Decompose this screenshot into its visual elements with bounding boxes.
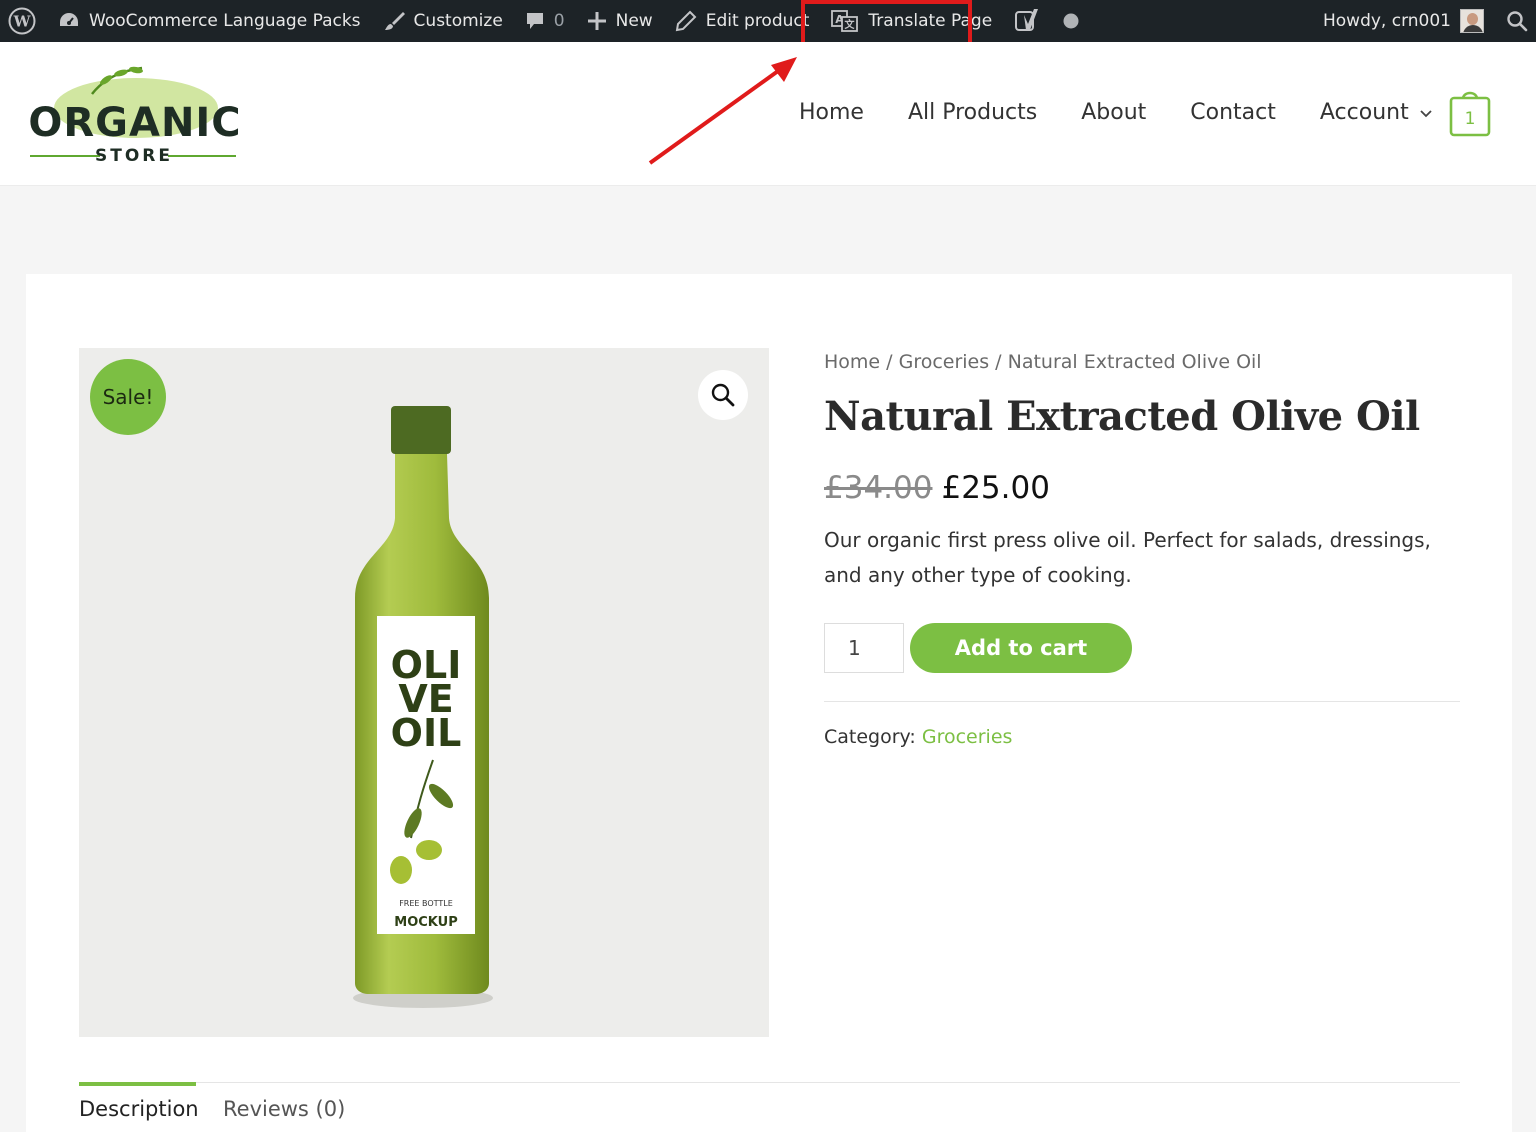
- logo-word: ORGANIC: [28, 100, 238, 146]
- translate-icon: A文: [831, 10, 859, 32]
- chevron-down-icon: [1420, 109, 1432, 117]
- admin-customize[interactable]: Customize: [372, 0, 514, 42]
- admin-account-area: Howdy, crn001: [1312, 0, 1536, 42]
- label-mockup: MOCKUP: [394, 915, 457, 930]
- product-summary: Home / Groceries / Natural Extracted Oli…: [824, 348, 1460, 748]
- translate-page-label: Translate Page: [868, 11, 993, 31]
- zoom-button[interactable]: [698, 370, 748, 420]
- add-to-cart-form: 1 Add to cart: [824, 623, 1460, 673]
- cart-bag-icon[interactable]: 1: [1449, 87, 1491, 137]
- admin-translate-page[interactable]: A文 Translate Page: [820, 0, 1003, 42]
- product-title: Natural Extracted Olive Oil: [824, 393, 1420, 440]
- site-logo[interactable]: ORGANIC STORE: [26, 64, 238, 164]
- add-to-cart-button[interactable]: Add to cart: [910, 623, 1132, 673]
- comments-count: 0: [553, 11, 565, 31]
- wordpress-logo-icon[interactable]: W: [0, 0, 47, 42]
- olive-oil-bottle-image[interactable]: OLI VE OIL FREE BOTTLE MOCKUP: [337, 398, 509, 1028]
- nav-home[interactable]: Home: [799, 100, 864, 125]
- old-price: £34.00: [824, 470, 933, 506]
- admin-search-icon[interactable]: [1495, 0, 1536, 42]
- admin-new[interactable]: New: [576, 0, 664, 42]
- short-description: Our organic first press olive oil. Perfe…: [824, 528, 1431, 587]
- product-meta: Category: Groceries: [824, 726, 1460, 748]
- category-link[interactable]: Groceries: [922, 726, 1013, 748]
- dashboard-icon: [60, 13, 78, 26]
- active-tab-indicator: [79, 1082, 196, 1086]
- edit-product-label: Edit product: [705, 11, 810, 31]
- nav-all-products[interactable]: All Products: [908, 100, 1037, 125]
- status-dot-icon[interactable]: [1051, 0, 1091, 42]
- magnifier-icon: [711, 383, 735, 407]
- tab-reviews[interactable]: Reviews (0): [223, 1097, 345, 1121]
- price-block: £34.00 £25.00: [824, 470, 1460, 506]
- nav-account-label: Account: [1319, 100, 1409, 125]
- plus-icon: [587, 12, 606, 30]
- product-card: Sale! OLI VE OIL FREE BOTTLE MOCKUP Home…: [26, 274, 1512, 1132]
- tabs-divider: [79, 1082, 1460, 1083]
- yoast-seo-icon[interactable]: [1003, 0, 1051, 42]
- pencil-icon: [675, 10, 697, 32]
- nav-contact[interactable]: Contact: [1190, 100, 1276, 125]
- product-gallery: Sale! OLI VE OIL FREE BOTTLE MOCKUP: [79, 348, 769, 1037]
- logo-sub: STORE: [95, 146, 173, 164]
- avatar: [1460, 9, 1484, 33]
- nav-about[interactable]: About: [1081, 100, 1146, 125]
- svg-text:文: 文: [845, 18, 856, 31]
- sale-price: £25.00: [941, 470, 1050, 506]
- breadcrumb[interactable]: Home / Groceries / Natural Extracted Oli…: [824, 351, 1460, 373]
- nav-account[interactable]: Account: [1320, 100, 1433, 125]
- svg-text:W: W: [13, 13, 32, 31]
- admin-comments[interactable]: 0: [514, 0, 576, 42]
- admin-bar: W WooCommerce Language Packs Customize 0…: [0, 0, 1536, 42]
- new-label: New: [615, 11, 653, 31]
- site-header: ORGANIC STORE Home All Products About Co…: [0, 42, 1536, 186]
- cart-count: 1: [1465, 109, 1476, 129]
- site-name-label: WooCommerce Language Packs: [89, 11, 361, 31]
- quantity-input[interactable]: 1: [824, 623, 904, 673]
- brush-icon: [384, 12, 405, 30]
- tab-description[interactable]: Description: [79, 1097, 199, 1121]
- admin-howdy[interactable]: Howdy, crn001: [1312, 0, 1495, 42]
- category-label: Category:: [824, 726, 916, 748]
- admin-site-name[interactable]: WooCommerce Language Packs: [47, 0, 372, 42]
- customize-label: Customize: [413, 11, 503, 31]
- sale-badge: Sale!: [90, 359, 166, 435]
- howdy-label: Howdy, crn001: [1322, 11, 1451, 31]
- label-line3: OIL: [391, 711, 462, 755]
- summary-divider: [824, 701, 1460, 702]
- main-nav: Home All Products About Contact Account: [799, 100, 1433, 125]
- admin-edit-product[interactable]: Edit product: [664, 0, 821, 42]
- label-free: FREE BOTTLE: [399, 899, 453, 908]
- comment-icon: [526, 13, 543, 29]
